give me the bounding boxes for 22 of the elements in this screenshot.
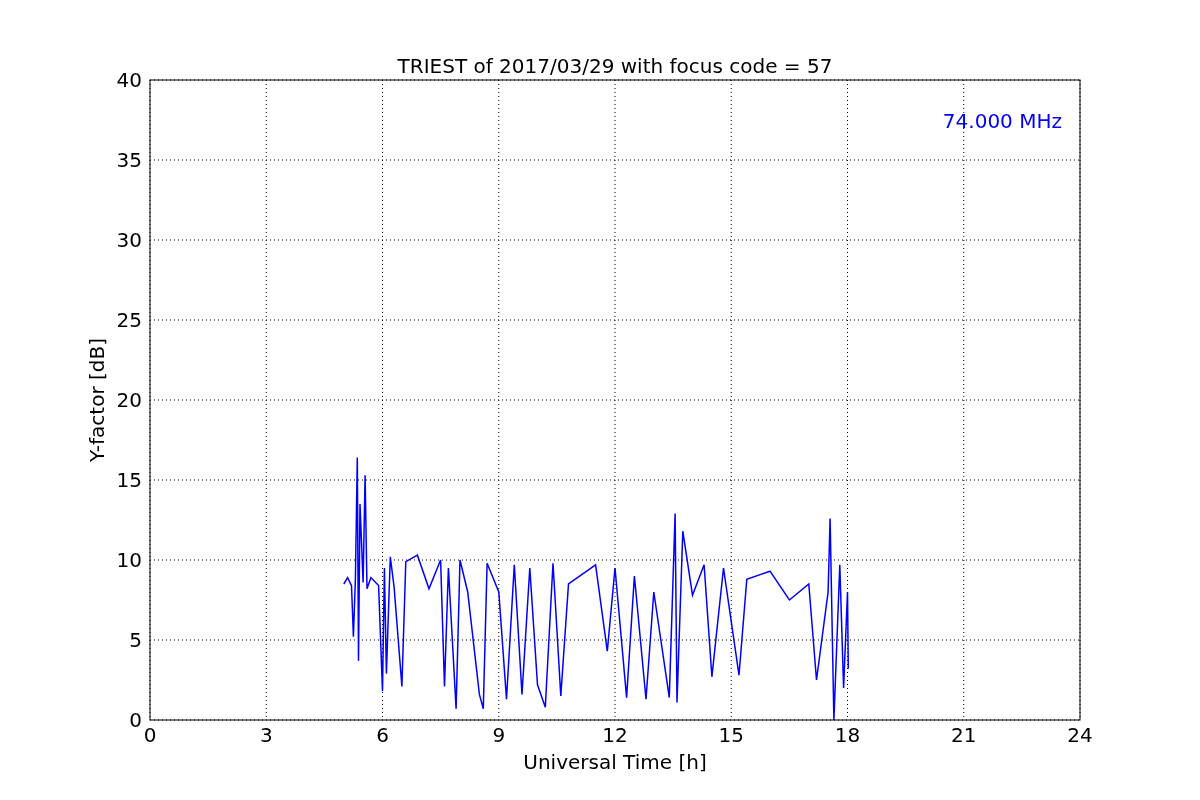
x-tick-label: 15 — [718, 723, 744, 747]
y-tick-label: 10 — [116, 548, 142, 572]
y-tick-label: 20 — [116, 388, 142, 412]
x-tick-label: 9 — [492, 723, 506, 747]
x-tick-label: 12 — [602, 723, 628, 747]
y-tick-label: 15 — [116, 468, 142, 492]
chart-title: TRIEST of 2017/03/29 with focus code = 57 — [397, 54, 833, 78]
x-tick-label: 0 — [143, 723, 157, 747]
y-tick-label: 35 — [116, 148, 142, 172]
y-axis-label: Y-factor [dB] — [85, 338, 109, 462]
y-tick-label: 0 — [129, 708, 142, 732]
series-label: 74.000 MHz — [942, 109, 1062, 133]
x-axis-label: Universal Time [h] — [523, 750, 707, 774]
y-tick-label: 5 — [129, 628, 142, 652]
x-tick-label: 21 — [951, 723, 977, 747]
y-tick-label: 25 — [116, 308, 142, 332]
y-tick-label: 40 — [116, 68, 142, 92]
x-tick-label: 18 — [834, 723, 861, 747]
x-tick-label: 6 — [376, 723, 389, 747]
y-tick-label: 30 — [116, 228, 142, 252]
x-tick-label: 3 — [259, 723, 273, 747]
x-tick-label: 24 — [1067, 723, 1093, 747]
